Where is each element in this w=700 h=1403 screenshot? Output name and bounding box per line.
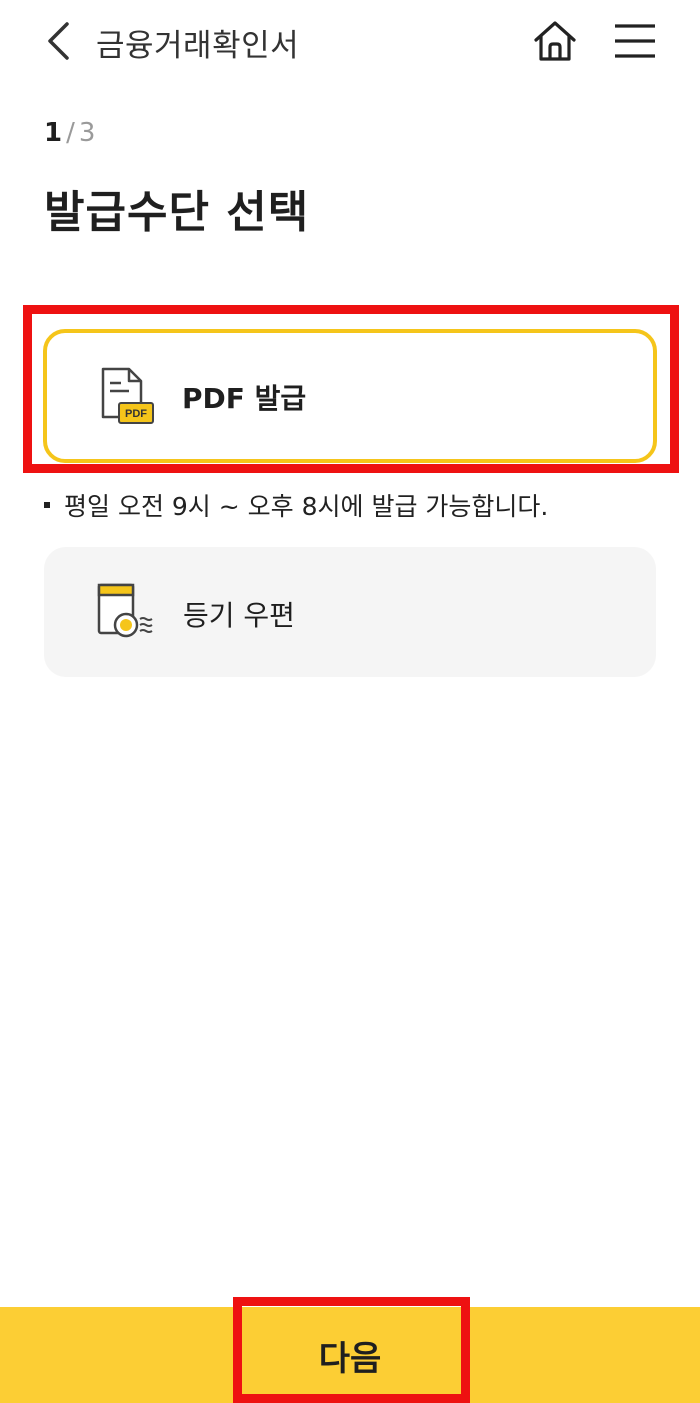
home-button[interactable]: [530, 16, 580, 66]
app-header: 금융거래확인서: [0, 0, 700, 82]
step-indicator: 1/3: [44, 118, 95, 148]
registered-mail-icon: [96, 583, 153, 643]
hamburger-menu-icon: [615, 24, 655, 58]
step-current: 1: [44, 118, 63, 148]
option-registered-mail[interactable]: 등기 우편: [44, 547, 656, 677]
chevron-left-icon: [48, 22, 69, 60]
highlight-box-pdf: [23, 305, 679, 473]
notice-text-row: 평일 오전 9시 ~ 오후 8시에 발급 가능합니다.: [44, 487, 548, 523]
bullet-icon: [44, 502, 50, 508]
step-separator: /: [66, 118, 75, 148]
option-label-mail: 등기 우편: [183, 599, 295, 632]
menu-button[interactable]: [610, 16, 660, 66]
back-button[interactable]: [38, 18, 78, 64]
highlight-box-next: [233, 1297, 470, 1403]
page-title: 발급수단 선택: [44, 187, 310, 238]
header-title: 금융거래확인서: [96, 28, 300, 64]
step-total: 3: [78, 118, 96, 148]
notice-text: 평일 오전 9시 ~ 오후 8시에 발급 가능합니다.: [64, 492, 549, 521]
home-icon: [534, 21, 576, 61]
